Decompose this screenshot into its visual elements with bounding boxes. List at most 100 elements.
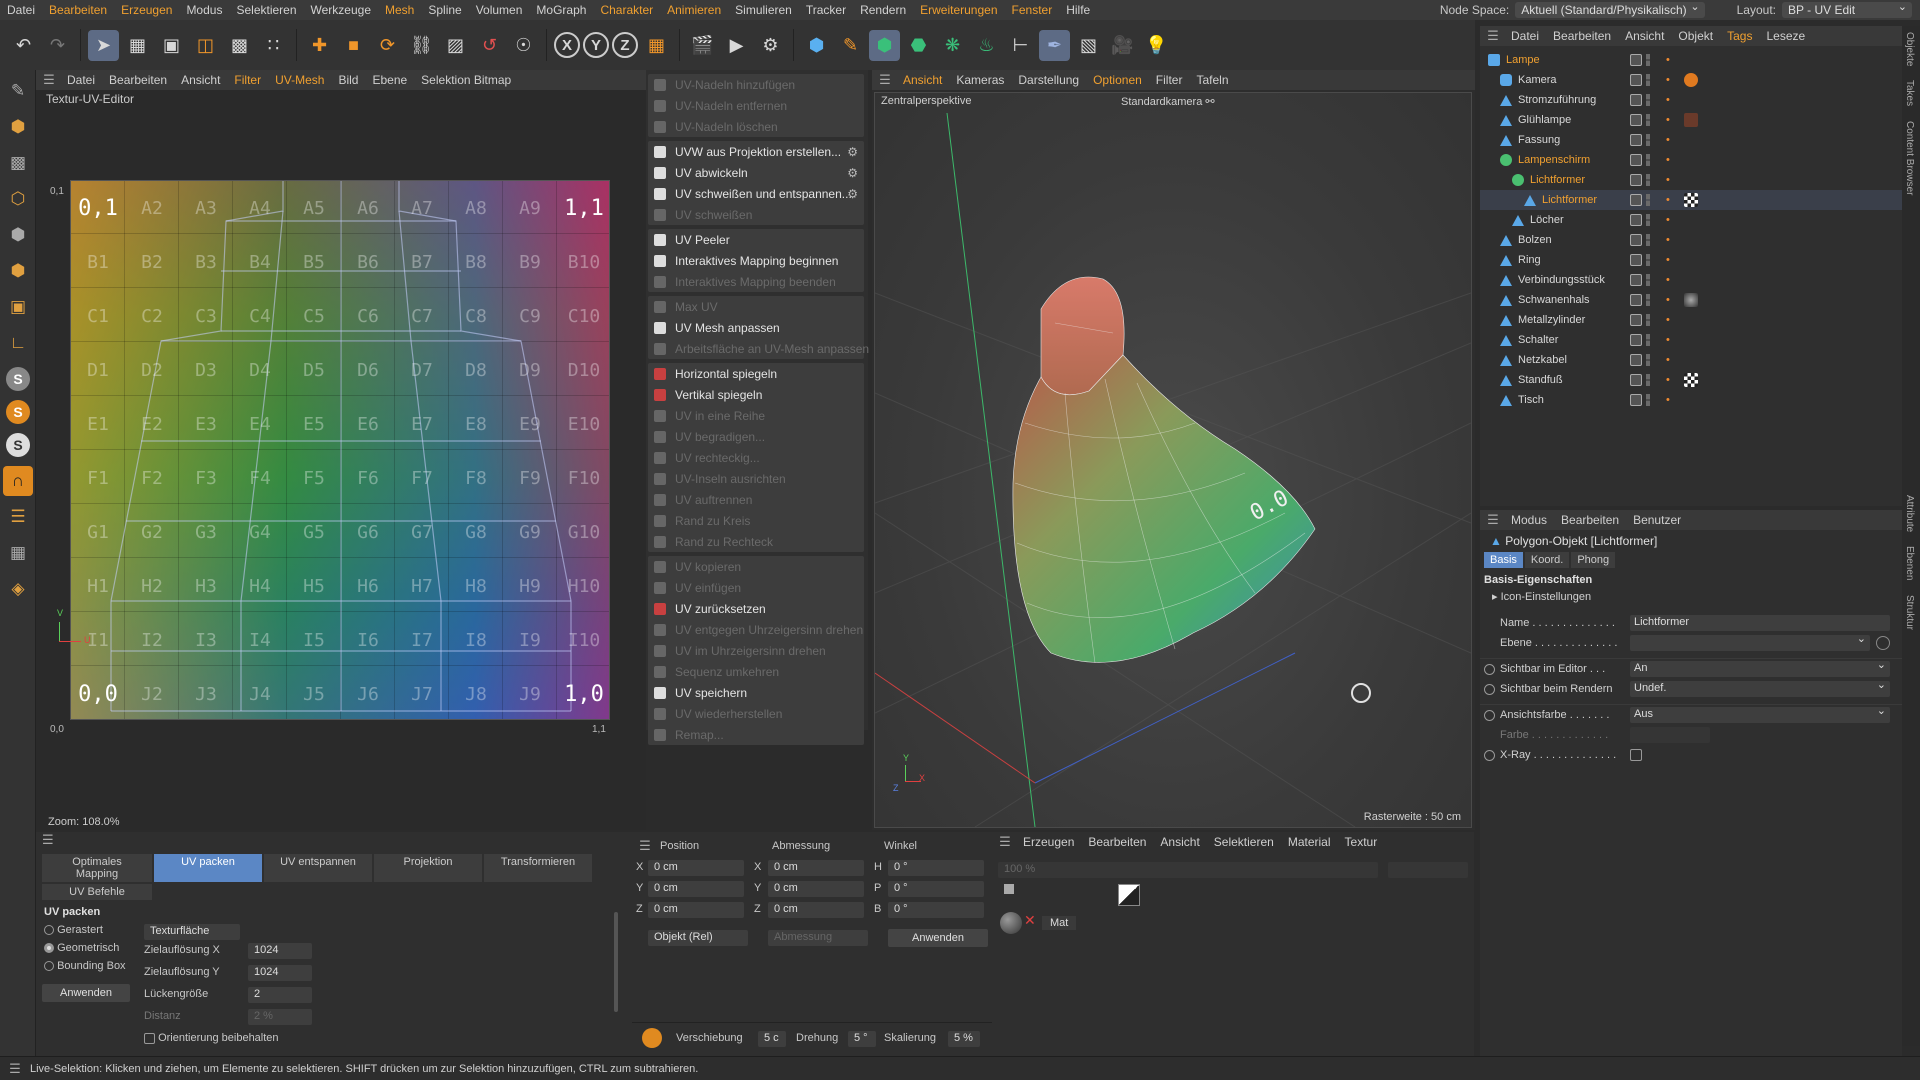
tag-icon[interactable]: • [1666, 374, 1676, 386]
gear-icon[interactable]: ⚙ [847, 187, 858, 201]
icon-settings-toggle[interactable]: ▸ Icon-Einstellungen [1480, 590, 1902, 607]
pen-icon[interactable]: ✎ [835, 30, 866, 61]
object-row[interactable]: Fassung • [1480, 130, 1902, 150]
tag-icon[interactable]: • [1666, 294, 1676, 306]
mode-bbox-option[interactable]: Bounding Box [44, 960, 126, 972]
render-dots-icon[interactable] [1646, 354, 1650, 366]
uv-command-item[interactable]: Interaktives Mapping beginnen [648, 250, 864, 271]
menu-rendern[interactable]: Rendern [853, 3, 913, 17]
visibility-check-icon[interactable] [1630, 374, 1642, 386]
viewcolor-dropdown[interactable]: Aus [1630, 704, 1890, 723]
side-tab-1[interactable]: Takes [1904, 80, 1915, 106]
texture-mode-icon[interactable]: ▩ [3, 148, 33, 178]
render-dots-icon[interactable] [1646, 214, 1650, 226]
material-group-icon[interactable] [1004, 884, 1014, 894]
tag-icon[interactable]: • [1666, 254, 1676, 266]
uv-command-item[interactable]: UV im Uhrzeigersinn drehen [648, 640, 864, 661]
name-field[interactable]: Lichtformer [1630, 615, 1890, 631]
material-tag-icon[interactable] [1684, 113, 1698, 127]
cloner-icon[interactable]: ❋ [937, 30, 968, 61]
tag-icon[interactable]: • [1666, 354, 1676, 366]
grid-plane-icon[interactable]: ▦ [3, 538, 33, 568]
uv-command-item[interactable]: UV-Nadeln hinzufügen [648, 74, 864, 95]
material-name[interactable]: Mat [1042, 916, 1077, 930]
res-y-field[interactable]: 1024 [248, 965, 312, 981]
render-dots-icon[interactable] [1646, 334, 1650, 346]
layout-dropdown[interactable]: BP - UV Edit [1782, 0, 1912, 18]
layer-field[interactable] [1630, 632, 1870, 651]
status-menu-icon[interactable]: ☰ [8, 1061, 22, 1077]
render-dots-icon[interactable] [1646, 234, 1650, 246]
edges-mode-icon[interactable]: ⬢ [3, 256, 33, 286]
tag-icon[interactable]: • [1666, 334, 1676, 346]
menu-mograph[interactable]: MoGraph [529, 3, 593, 17]
world-axis-icon[interactable]: ☉ [508, 30, 539, 61]
material-ball-icon[interactable] [1000, 912, 1022, 934]
object-row[interactable]: Standfuß • [1480, 370, 1902, 390]
render-dots-icon[interactable] [1646, 114, 1650, 126]
render-dots-icon[interactable] [1646, 134, 1650, 146]
visibility-check-icon[interactable] [1630, 214, 1642, 226]
render-dots-icon[interactable] [1646, 154, 1650, 166]
uv-command-item[interactable]: UV entgegen Uhrzeigersinn drehen [648, 619, 864, 640]
redo-icon[interactable]: ↷ [42, 30, 73, 61]
menu-selektieren[interactable]: Selektieren [229, 3, 303, 17]
attribute_manager-menu-2[interactable]: Benutzer [1626, 513, 1688, 527]
object-row[interactable]: Lichtformer • [1480, 190, 1902, 210]
uv-command-item[interactable]: Max UV [648, 296, 864, 317]
viewport-menu-3[interactable]: Optionen [1086, 73, 1149, 87]
uv-command-item[interactable]: UV-Inseln ausrichten [648, 468, 864, 489]
scale-step-field[interactable]: 5 % [948, 1031, 980, 1047]
size-field[interactable]: 0 cm [768, 902, 864, 918]
uv-command-item[interactable]: UV Peeler [648, 229, 864, 250]
node-space-dropdown[interactable]: Aktuell (Standard/Physikalisch) [1515, 0, 1705, 18]
texture-area-dropdown[interactable]: Texturfläche [144, 924, 240, 940]
tag-icon[interactable]: • [1666, 234, 1676, 246]
workplane-icon[interactable]: ▩ [224, 30, 255, 61]
uv_editor-menu-0[interactable]: Datei [60, 73, 102, 87]
object-row[interactable]: Metallzylinder • [1480, 310, 1902, 330]
menu-werkzeuge[interactable]: Werkzeuge [304, 3, 378, 17]
attribute_manager-menu-0[interactable]: Modus [1504, 513, 1554, 527]
polygon-selection-icon[interactable]: ◫ [190, 30, 221, 61]
xray-checkbox[interactable] [1630, 749, 1642, 761]
anim-radio[interactable] [1484, 709, 1495, 721]
panel-menu-icon[interactable]: ☰ [638, 838, 652, 854]
cube-icon[interactable]: ⬢ [801, 30, 832, 61]
rotation-field[interactable]: 0 ° [888, 860, 984, 876]
material_manager-menu-5[interactable]: Textur [1338, 835, 1385, 849]
size-field[interactable]: 0 cm [768, 881, 864, 897]
material_manager-menu-4[interactable]: Material [1281, 835, 1338, 849]
viewport-camera-label[interactable]: Standardkamera ⚯ [1121, 95, 1215, 108]
uv-command-item[interactable]: UV wiederherstellen [648, 703, 864, 724]
uv-tool-tab-1[interactable]: UV packen [154, 854, 262, 882]
viewport-menu-0[interactable]: Ansicht [896, 73, 949, 87]
material_manager-menu-3[interactable]: Selektieren [1207, 835, 1281, 849]
snap-icon[interactable]: ⛓ [406, 30, 437, 61]
render-region-icon[interactable]: 🎬 [687, 30, 718, 61]
shift-field[interactable]: 5 c [758, 1031, 786, 1047]
viewport-menu-2[interactable]: Darstellung [1011, 73, 1086, 87]
coords-apply-button[interactable]: Anwenden [888, 929, 988, 947]
uv-command-item[interactable]: UV schweißen [648, 204, 864, 225]
tag-icon[interactable]: • [1666, 214, 1676, 226]
camera-icon[interactable]: 🎥 [1107, 30, 1138, 61]
floor-icon[interactable]: ▧ [1073, 30, 1104, 61]
rotate-icon[interactable]: ⟳ [372, 30, 403, 61]
object_manager-menu-2[interactable]: Ansicht [1618, 29, 1671, 43]
render-dots-icon[interactable] [1646, 274, 1650, 286]
viewport-canvas[interactable]: 0.0 Zentralperspektive Standardkamera ⚯ … [874, 92, 1472, 828]
material_manager-menu-1[interactable]: Bearbeiten [1081, 835, 1153, 849]
object-row[interactable]: Lampenschirm • [1480, 150, 1902, 170]
mode-rasterized-option[interactable]: Gerastert [44, 924, 103, 936]
panel-menu-icon[interactable]: ☰ [998, 834, 1012, 850]
uv-tool-tab-2[interactable]: UV entspannen [264, 854, 372, 882]
uv-tag-icon[interactable] [1684, 373, 1698, 387]
tag-icon[interactable]: • [1666, 54, 1676, 66]
quantize-icon[interactable]: S [6, 433, 30, 457]
gap-field[interactable]: 2 [248, 987, 312, 1003]
viewport-menu-5[interactable]: Tafeln [1189, 73, 1235, 87]
distance-field[interactable]: 2 % [248, 1009, 312, 1025]
coordinate-system-icon[interactable]: ↺ [474, 30, 505, 61]
uv_editor-menu-4[interactable]: UV-Mesh [268, 73, 331, 87]
